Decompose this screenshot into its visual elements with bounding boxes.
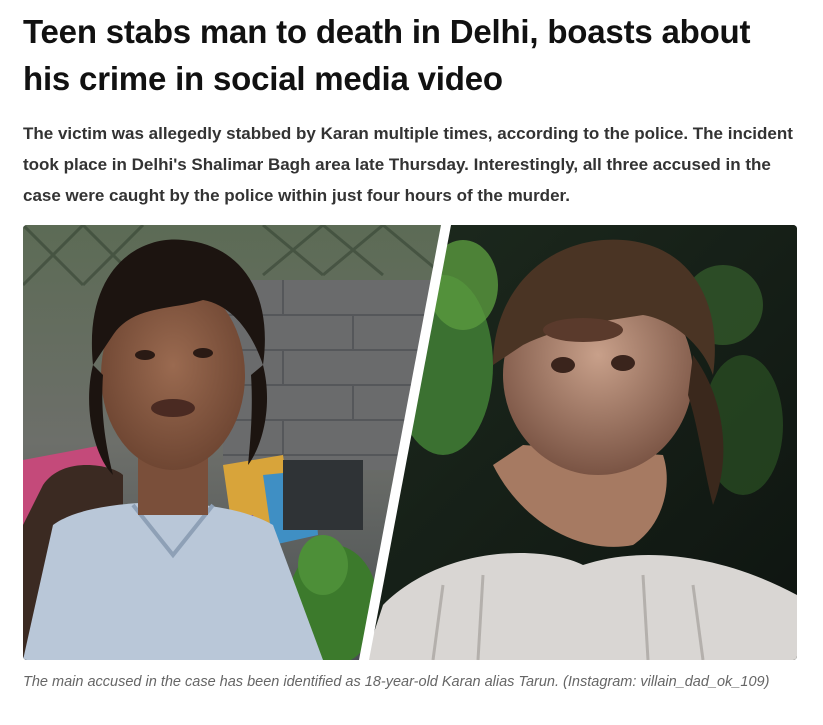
photo-collage [23,225,797,660]
article-summary: The victim was allegedly stabbed by Kara… [23,124,793,205]
article: Teen stabs man to death in Delhi, boasts… [23,8,803,211]
photo-caption: The main accused in the case has been id… [23,674,770,690]
article-photo [23,225,797,660]
article-headline: Teen stabs man to death in Delhi, boasts… [23,13,751,97]
